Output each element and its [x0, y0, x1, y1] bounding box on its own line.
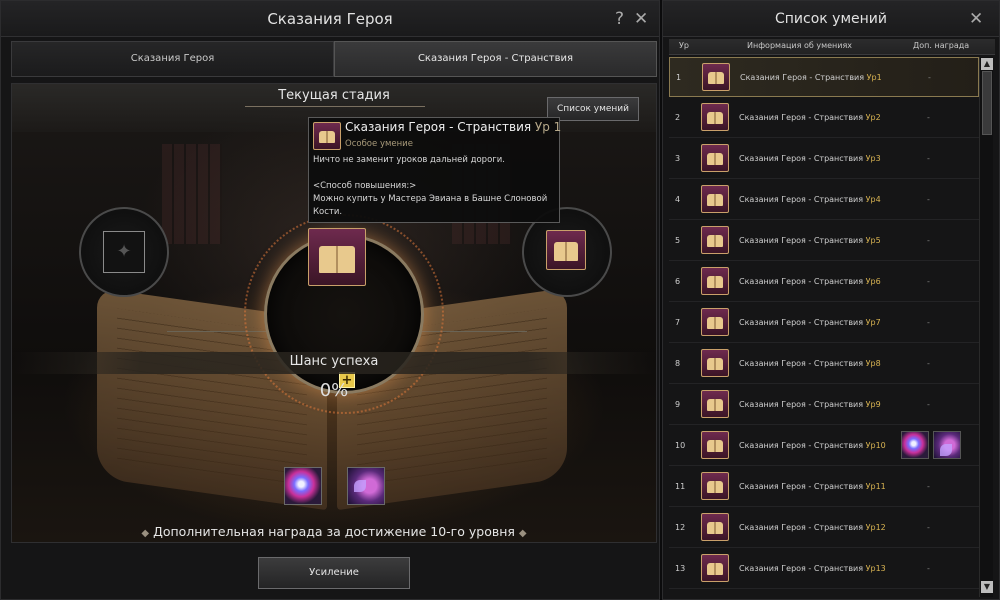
book-icon[interactable]: [546, 230, 586, 270]
table-row[interactable]: 11 Сказания Героя - Странствия Ур11 -: [669, 467, 979, 507]
skill-table-body: 1 Сказания Героя - Странствия Ур1 - 2 Ск…: [669, 57, 979, 597]
book-icon: [313, 122, 341, 150]
skill-list-scrollbar[interactable]: ▲ ▼: [979, 57, 993, 597]
column-header-info: Информация об умениях: [747, 41, 853, 50]
scroll-up-icon[interactable]: ▲: [981, 58, 993, 70]
tooltip-body: Ничто не заменит уроков дальней дороги. …: [313, 154, 555, 219]
table-row[interactable]: 10 Сказания Героя - Странствия Ур10: [669, 426, 979, 466]
diamond-icon: ◆: [518, 528, 527, 539]
column-header-reward: Доп. награда: [913, 41, 970, 50]
table-row[interactable]: 2 Сказания Героя - Странствия Ур2 -: [669, 98, 979, 138]
window-title: Список умений: [774, 11, 887, 27]
star-slot-icon: ✦: [116, 241, 132, 262]
window-title: Сказания Героя: [267, 10, 393, 28]
book-icon: [701, 349, 729, 377]
hero-tales-window: Сказания Героя ? ✕ Сказания Героя Сказан…: [0, 0, 660, 600]
book-icon: [702, 63, 730, 91]
close-icon[interactable]: ✕: [969, 1, 983, 37]
tab-hero-tales[interactable]: Сказания Героя: [11, 41, 334, 77]
skill-tooltip: Сказания Героя - Странствия Ур 1 Особое …: [308, 117, 562, 223]
hero-tales-title-bar: Сказания Героя ? ✕: [1, 1, 659, 37]
book-icon: [701, 226, 729, 254]
skill-table-header: Ур Информация об умениях Доп. награда: [669, 39, 995, 55]
tooltip-title: Сказания Героя - Странствия Ур 1: [345, 120, 562, 134]
level-10-bonus-text: ◆ Дополнительная награда за достижение 10…: [12, 524, 656, 539]
orb-icon[interactable]: [284, 467, 322, 505]
diamond-icon: ◆: [141, 528, 150, 539]
table-row[interactable]: 9 Сказания Героя - Странствия Ур9 -: [669, 385, 979, 425]
skill-list-window: Список умений ✕ Ур Информация об умениях…: [662, 0, 1000, 600]
book-icon: [701, 513, 729, 541]
table-row[interactable]: 4 Сказания Героя - Странствия Ур4 -: [669, 180, 979, 220]
book-icon: [701, 554, 729, 582]
book-icon: [701, 185, 729, 213]
table-row[interactable]: 5 Сказания Героя - Странствия Ур5 -: [669, 221, 979, 261]
table-row[interactable]: 12 Сказания Героя - Странствия Ур12 -: [669, 508, 979, 548]
enhance-button[interactable]: Усиление: [258, 557, 410, 589]
table-row[interactable]: 6 Сказания Героя - Странствия Ур6 -: [669, 262, 979, 302]
tab-hero-tales-wanderings[interactable]: Сказания Героя - Странствия: [334, 41, 657, 77]
book-icon: [701, 431, 729, 459]
book-icon: [701, 472, 729, 500]
book-icon: [701, 308, 729, 336]
skill-list-title-bar: Список умений ✕: [663, 1, 999, 37]
skill-list-button[interactable]: Список умений: [547, 97, 639, 121]
wing-book-icon[interactable]: [347, 467, 385, 505]
table-row[interactable]: 1 Сказания Героя - Странствия Ур1 -: [669, 57, 979, 97]
wing-book-icon[interactable]: [933, 431, 961, 459]
success-chance-label: Шанс успеха: [289, 354, 379, 369]
tooltip-subtitle: Особое умение: [345, 139, 413, 149]
table-row[interactable]: 3 Сказания Героя - Странствия Ур3 -: [669, 139, 979, 179]
table-row[interactable]: 8 Сказания Героя - Странствия Ур8 -: [669, 344, 979, 384]
help-icon[interactable]: ?: [615, 1, 624, 37]
book-icon: [701, 144, 729, 172]
tooltip-method-text: Можно купить у Мастера Эвиана в Башне Сл…: [313, 194, 548, 217]
success-chance-value: 0%: [319, 380, 349, 401]
empty-skill-slot[interactable]: ✦: [103, 231, 145, 273]
stage-divider: [245, 106, 425, 107]
tooltip-method-title: <Способ повышения:>: [313, 181, 417, 191]
close-icon[interactable]: ✕: [634, 1, 648, 37]
column-header-level: Ур: [679, 41, 689, 50]
source-slot-ring: ✦: [79, 207, 169, 297]
table-row[interactable]: 13 Сказания Героя - Странствия Ур13 -: [669, 549, 979, 589]
scroll-thumb[interactable]: [982, 71, 992, 135]
orb-icon[interactable]: [901, 431, 929, 459]
book-icon: [701, 390, 729, 418]
book-icon: [701, 267, 729, 295]
scroll-down-icon[interactable]: ▼: [981, 581, 993, 593]
table-row[interactable]: 7 Сказания Героя - Странствия Ур7 -: [669, 303, 979, 343]
book-icon: [701, 103, 729, 131]
book-icon[interactable]: [308, 228, 366, 286]
tooltip-description: Ничто не заменит уроков дальней дороги.: [313, 155, 505, 165]
tab-bar: Сказания Героя Сказания Героя - Странств…: [11, 41, 657, 77]
window-pane-decor: [162, 144, 222, 244]
